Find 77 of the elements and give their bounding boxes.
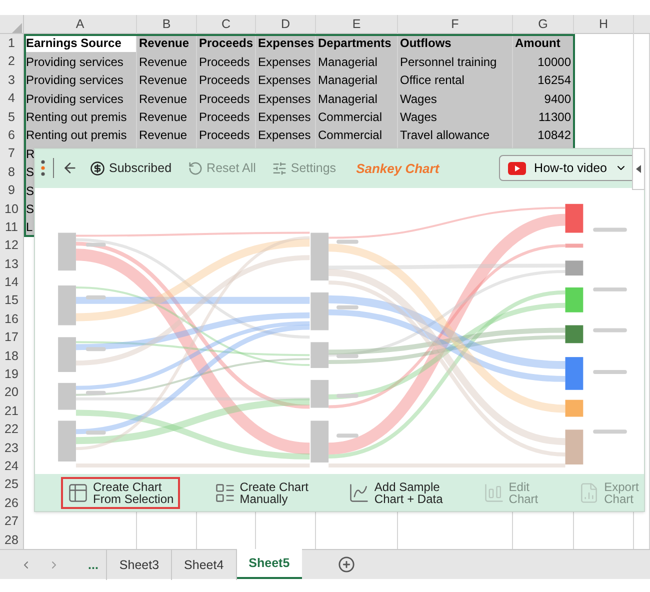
row-number[interactable]: 24 [0,456,24,476]
table-cell: Wages [398,108,513,126]
table-cell: Proceeds [197,108,256,126]
row-number[interactable]: 15 [0,291,24,310]
table-cell: Expenses [256,89,316,108]
row-number[interactable]: 4 [0,89,24,108]
table-cell: Revenue [137,89,197,108]
table-cell: 11300 [513,108,574,126]
row-number[interactable]: 10 [0,200,24,218]
table-cell: Office rental [398,70,513,90]
column-header[interactable]: D [256,15,316,34]
row-number[interactable]: 25 [0,475,24,494]
row-number[interactable]: 3 [0,70,24,90]
row-number[interactable]: 23 [0,438,24,458]
table-cell: Expenses [256,108,316,126]
table-cell: Providing services [24,70,137,90]
row-number[interactable]: 7 [0,144,24,164]
row-number[interactable]: 28 [0,530,24,550]
row-number[interactable]: 8 [0,162,24,182]
table-cell: Commercial [316,126,398,145]
table-cell: 10842 [513,126,574,145]
table-cell: Managerial [316,89,398,108]
table-cell: Wages [398,89,513,108]
row-number[interactable]: 1 [0,34,24,53]
table-cell: Proceeds [197,89,256,108]
table-cell: Revenue [137,108,197,126]
table-cell: Proceeds [197,126,256,145]
row-number[interactable]: 5 [0,108,24,126]
row-number[interactable]: 12 [0,236,24,256]
row-number[interactable]: 11 [0,218,24,237]
table-cell: Proceeds [197,52,256,72]
table-cell: Proceeds [197,70,256,90]
row-number[interactable]: 6 [0,126,24,145]
table-cell: 16254 [513,70,574,90]
table-cell: 9400 [513,89,574,108]
table-cell: Commercial [316,108,398,126]
sheet-tab[interactable]: Sheet3 [107,550,172,580]
table-cell: Expenses [256,70,316,90]
row-number[interactable]: 22 [0,420,24,439]
table-cell: Providing services [24,89,137,108]
table-cell: Renting out premis [24,108,137,126]
row-number[interactable]: 18 [0,346,24,366]
row-number[interactable]: 9 [0,181,24,200]
table-cell: Revenue [137,126,197,145]
row-number[interactable]: 16 [0,310,24,329]
row-number[interactable]: 27 [0,512,24,531]
row-number[interactable]: 19 [0,365,24,384]
row-number[interactable]: 14 [0,273,24,292]
column-header[interactable]: C [197,15,256,34]
table-cell: Renting out premis [24,126,137,145]
more-sheets-button[interactable]: ... [80,550,108,580]
table-cell: Personnel training [398,52,513,72]
table-cell: Travel allowance [398,126,513,145]
row-number[interactable]: 17 [0,328,24,347]
table-cell: Expenses [256,126,316,145]
table-cell: Expenses [256,52,316,72]
action-button[interactable]: Add Sample Chart + Data [342,476,449,509]
table-cell: Revenue [137,52,197,72]
column-header[interactable]: A [24,15,137,34]
row-number[interactable]: 21 [0,402,24,421]
table-cell: Providing services [24,52,137,72]
row-number[interactable]: 26 [0,494,24,513]
column-header[interactable]: B [137,15,197,34]
row-number[interactable]: 2 [0,52,24,72]
table-cell: 10000 [513,52,574,72]
table-cell: Revenue [137,70,197,90]
action-button[interactable]: Create Chart From Selection [61,476,180,509]
table-cell: Managerial [316,52,398,72]
sheet-tab[interactable]: Sheet5 [236,548,302,579]
column-header[interactable]: G [513,15,574,34]
action-button[interactable]: Create Chart Manually [208,476,314,509]
row-number[interactable]: 20 [0,383,24,402]
table-cell: Managerial [316,70,398,90]
row-number[interactable]: 13 [0,254,24,274]
pane-title: Sankey Chart [356,160,440,178]
column-header[interactable]: F [398,15,513,34]
column-header[interactable]: E [316,15,398,34]
